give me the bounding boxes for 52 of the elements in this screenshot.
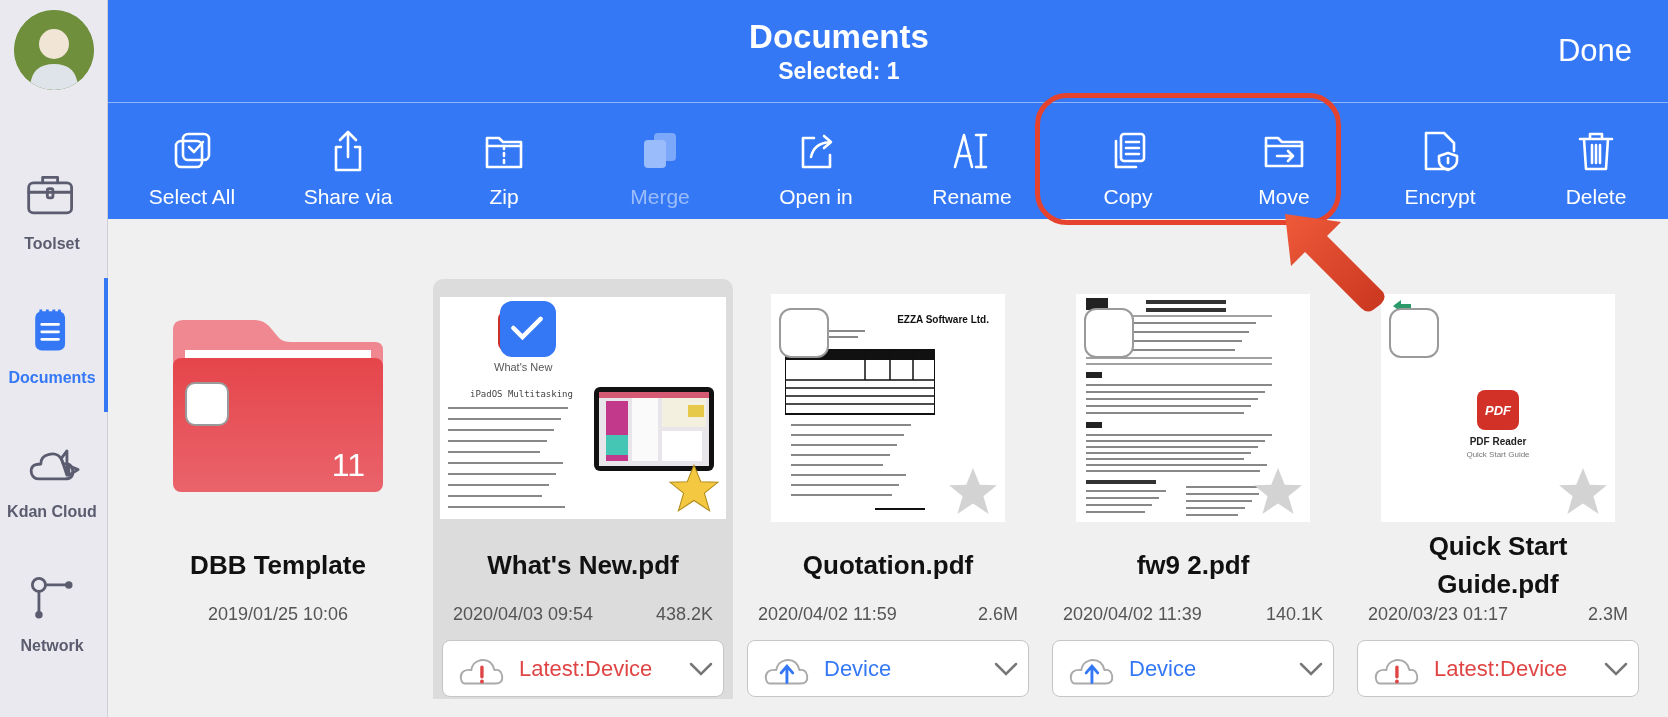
toolbar-button[interactable]: Zip <box>440 103 568 219</box>
sidebar-tab[interactable]: Kdan Cloud <box>0 412 108 546</box>
document-heading: PDF Reader <box>1468 436 1528 447</box>
toolbar-button[interactable]: Encrypt <box>1376 103 1504 219</box>
checkbox[interactable] <box>1389 308 1439 358</box>
item-count: 11 <box>331 447 365 484</box>
document-heading: EZZA Software Ltd. <box>897 314 989 325</box>
toolbar-button[interactable]: Delete <box>1532 103 1660 219</box>
checkbox[interactable] <box>185 382 229 426</box>
toolbar-button[interactable]: Open in <box>752 103 880 219</box>
file-date: 2020/04/03 09:54 <box>453 604 594 626</box>
document-heading: What's New <box>494 361 553 373</box>
file-card[interactable]: 11 DBB Template 2019/01/25 10:06 <box>128 279 428 699</box>
done-button[interactable]: Done <box>1521 33 1668 69</box>
file-name: fw9 2.pdf <box>1135 549 1251 583</box>
selection-count: Selected: 1 <box>778 57 900 85</box>
checkbox[interactable] <box>779 308 829 358</box>
file-card[interactable]: fw9 2.pdf 2020/04/02 11:39 140.1K Device <box>1043 279 1343 699</box>
file-date: 2019/01/25 10:06 <box>207 604 349 626</box>
checkbox[interactable] <box>500 301 556 357</box>
sync-status-dropdown[interactable]: Latest:Device <box>442 640 724 697</box>
file-size: 2.6M <box>977 604 1018 626</box>
screen-title: Documents <box>749 17 929 56</box>
file-date: 2020/04/02 11:59 <box>758 604 897 626</box>
file-card[interactable]: EZZA Software Ltd. Quotation.pdf 2020/04/02 11:59 2.6M Device <box>738 279 1038 699</box>
file-size: 2.3M <box>1587 604 1628 626</box>
sync-status-dropdown[interactable]: Device <box>747 640 1029 697</box>
document-subheading: Quick Start Guide <box>1465 450 1531 459</box>
toolbar-button[interactable]: Select All <box>128 103 256 219</box>
sync-status-dropdown[interactable]: Device <box>1052 640 1334 697</box>
toolbar-button[interactable]: Rename <box>908 103 1036 219</box>
sidebar-tab[interactable]: Toolset <box>0 144 108 278</box>
folder-icon <box>173 320 383 492</box>
file-date: 2020/03/23 01:17 <box>1368 604 1509 626</box>
file-name: Quotation.pdf <box>801 549 975 583</box>
sync-status-dropdown[interactable]: Latest:Device <box>1357 640 1639 697</box>
file-name: DBB Template <box>189 549 367 583</box>
file-size: 438.2K <box>655 604 713 626</box>
toolbar-button[interactable]: Move <box>1220 103 1348 219</box>
file-name: Quick Start Guide.pdf <box>1427 530 1569 601</box>
file-size: 140.1K <box>1265 604 1323 626</box>
file-name: What's New.pdf <box>486 549 680 583</box>
toolbar-button[interactable]: Copy <box>1064 103 1192 219</box>
file-date: 2020/04/02 11:39 <box>1063 604 1202 626</box>
document-subheading: iPadOS Multitasking <box>470 389 573 399</box>
file-card[interactable]: PDF PDF Reader Quick Start Guide Quick Start Guide.pdf 2020/03/23 01:17 2.3M Latest:Device <box>1348 279 1648 699</box>
sidebar-tab[interactable]: Documents <box>0 278 108 412</box>
checkbox[interactable] <box>1084 308 1134 358</box>
sidebar-tab[interactable]: Network <box>0 546 108 680</box>
toolbar-button[interactable]: Share via <box>284 103 412 219</box>
file-card[interactable]: What's New iPadOS Multitasking What's New.pdf 2020/04/03 09:54 438.2K Latest:Device <box>433 279 733 699</box>
app-logo: PDF <box>1477 390 1519 430</box>
